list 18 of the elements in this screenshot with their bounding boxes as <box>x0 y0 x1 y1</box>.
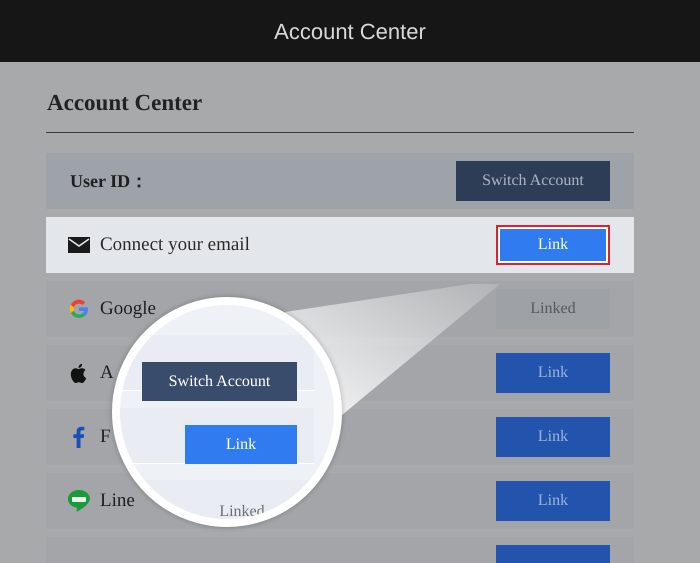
provider-label: F <box>100 424 111 449</box>
link-button[interactable] <box>496 545 610 563</box>
linked-status-button[interactable]: Linked <box>496 289 610 329</box>
provider-label: Google <box>100 296 156 321</box>
header-title: Account Center <box>274 18 426 46</box>
link-button[interactable]: Link <box>496 353 610 393</box>
link-button[interactable]: Link <box>496 417 610 457</box>
link-button[interactable]: Link <box>185 425 297 464</box>
switch-account-button[interactable]: Switch Account <box>142 362 297 401</box>
chat-bubble-icon <box>66 488 92 514</box>
provider-label: Line <box>100 488 135 513</box>
link-button[interactable]: Link <box>496 481 610 521</box>
switch-account-button[interactable]: Switch Account <box>456 161 610 201</box>
user-id-label: User ID： <box>70 170 148 192</box>
link-button[interactable]: Link <box>496 225 610 265</box>
provider-label: A <box>100 360 114 385</box>
provider-label: Connect your email <box>100 232 250 257</box>
panel-title: Account Center <box>47 89 204 117</box>
